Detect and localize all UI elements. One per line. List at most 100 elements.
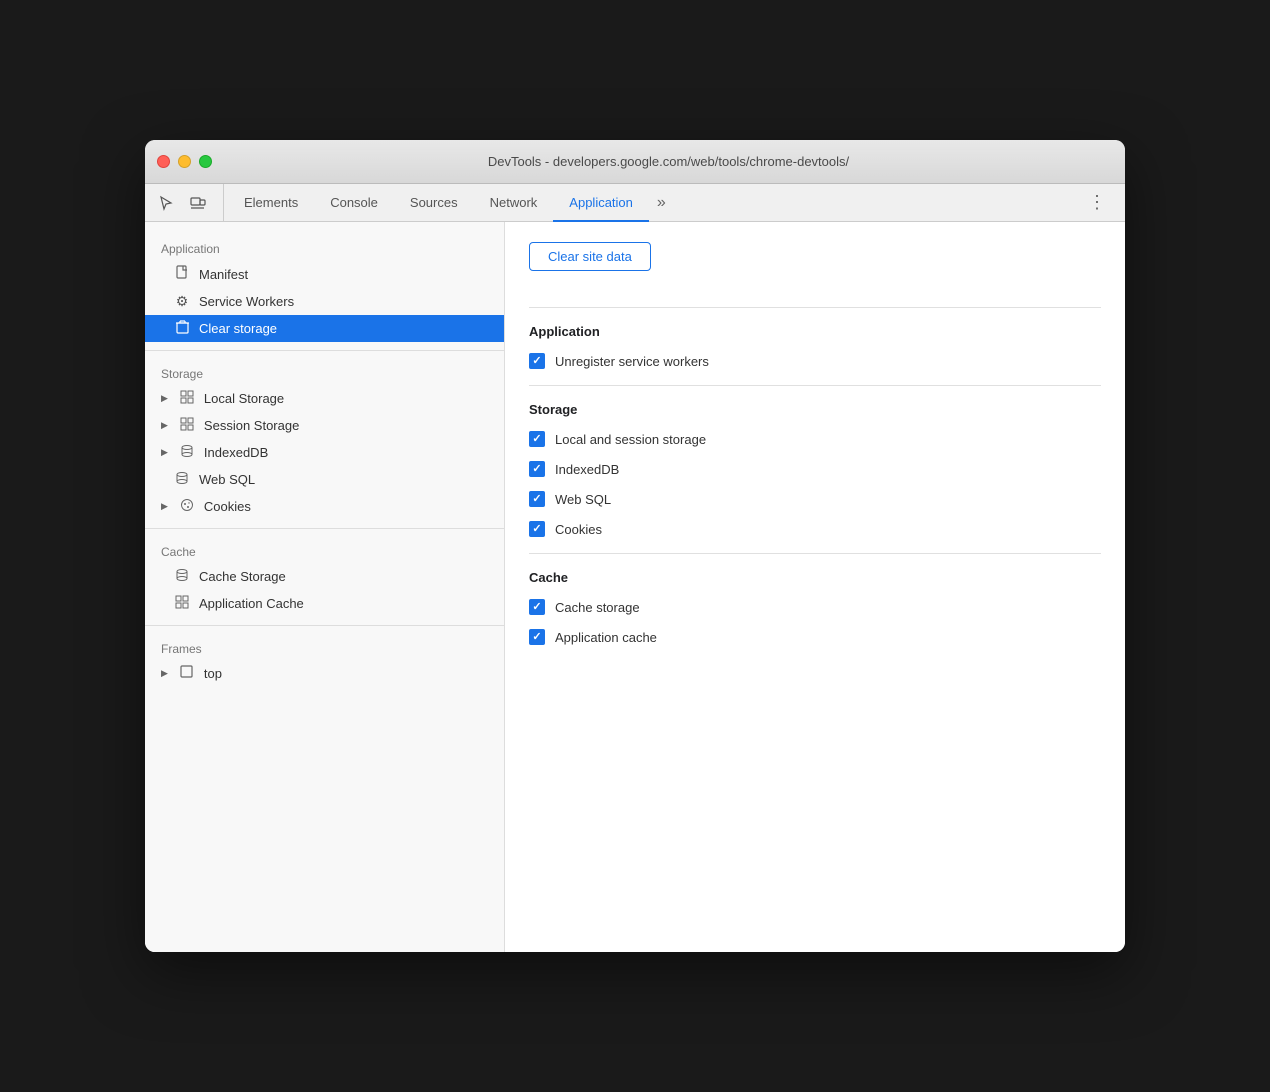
panel-divider-2 (529, 385, 1101, 386)
top-label: top (204, 666, 222, 681)
checkbox-local-session-box[interactable] (529, 431, 545, 447)
sidebar-item-indexeddb[interactable]: ▶ IndexedDB (145, 439, 504, 466)
title-bar: DevTools - developers.google.com/web/too… (145, 140, 1125, 184)
sidebar-item-cookies[interactable]: ▶ Cookies (145, 493, 504, 520)
checkbox-web-sql-box[interactable] (529, 491, 545, 507)
sidebar-item-web-sql[interactable]: Web SQL (145, 466, 504, 493)
sidebar-section-application: Application (145, 234, 504, 260)
checkbox-indexeddb[interactable]: IndexedDB (529, 461, 1101, 477)
panel-section-cache: Cache Cache storage Application cache (529, 570, 1101, 645)
panel-divider-1 (529, 307, 1101, 308)
main-content: Application Manifest ⚙ Service Workers (145, 222, 1125, 952)
service-workers-label: Service Workers (199, 294, 294, 309)
tab-bar-icons (153, 184, 224, 221)
cylinder-icon-sql (173, 471, 191, 488)
panel-section-application-title: Application (529, 324, 1101, 339)
app-cache-label: Application Cache (199, 596, 304, 611)
divider-2 (145, 528, 504, 529)
checkbox-unregister-sw[interactable]: Unregister service workers (529, 353, 1101, 369)
sidebar: Application Manifest ⚙ Service Workers (145, 222, 505, 952)
expand-arrow-icon-2: ▶ (161, 420, 168, 431)
right-panel: Clear site data Application Unregister s… (505, 222, 1125, 952)
clear-site-data-button[interactable]: Clear site data (529, 242, 651, 271)
device-icon[interactable] (185, 190, 211, 216)
sidebar-item-service-workers[interactable]: ⚙ Service Workers (145, 288, 504, 315)
close-button[interactable] (157, 155, 170, 168)
sidebar-item-app-cache[interactable]: Application Cache (145, 590, 504, 617)
cookie-icon (178, 498, 196, 515)
sidebar-section-frames: Frames (145, 634, 504, 660)
devtools-window: DevTools - developers.google.com/web/too… (145, 140, 1125, 952)
cursor-icon[interactable] (153, 190, 179, 216)
checkbox-cookies[interactable]: Cookies (529, 521, 1101, 537)
cache-storage-label: Cache Storage (199, 569, 286, 584)
checkbox-app-cache-box[interactable] (529, 629, 545, 645)
divider-1 (145, 350, 504, 351)
menu-icon[interactable]: ⋮ (1078, 184, 1117, 221)
tab-application-label: Application (569, 195, 633, 210)
checkbox-cache-storage[interactable]: Cache storage (529, 599, 1101, 615)
cylinder-icon-indexed (178, 444, 196, 461)
traffic-lights (157, 155, 212, 168)
cylinder-icon-cache (173, 568, 191, 585)
expand-arrow-icon-4: ▶ (161, 501, 168, 512)
grid2-icon (173, 595, 191, 612)
checkbox-cache-storage-label: Cache storage (555, 600, 640, 615)
maximize-button[interactable] (199, 155, 212, 168)
checkbox-local-session[interactable]: Local and session storage (529, 431, 1101, 447)
checkbox-app-cache[interactable]: Application cache (529, 629, 1101, 645)
checkbox-cookies-box[interactable] (529, 521, 545, 537)
checkbox-cache-storage-box[interactable] (529, 599, 545, 615)
trash-icon (173, 320, 191, 337)
expand-arrow-icon-3: ▶ (161, 447, 168, 458)
tab-bar: Elements Console Sources Network Applica… (145, 184, 1125, 222)
gear-icon: ⚙ (173, 293, 191, 310)
sidebar-item-session-storage[interactable]: ▶ Session Storage (145, 412, 504, 439)
tab-elements-label: Elements (244, 195, 298, 210)
grid-icon-local (178, 390, 196, 407)
web-sql-label: Web SQL (199, 472, 255, 487)
panel-section-cache-title: Cache (529, 570, 1101, 585)
expand-arrow-icon: ▶ (161, 393, 168, 404)
tab-network[interactable]: Network (474, 184, 554, 222)
checkbox-app-cache-label: Application cache (555, 630, 657, 645)
sidebar-item-top[interactable]: ▶ top (145, 660, 504, 686)
more-tabs-icon[interactable]: » (649, 184, 674, 221)
panel-divider-3 (529, 553, 1101, 554)
tab-network-label: Network (490, 195, 538, 210)
session-storage-label: Session Storage (204, 418, 299, 433)
local-storage-label: Local Storage (204, 391, 284, 406)
grid-icon-session (178, 417, 196, 434)
checkbox-indexeddb-label: IndexedDB (555, 462, 619, 477)
checkbox-unregister-sw-box[interactable] (529, 353, 545, 369)
tab-application[interactable]: Application (553, 184, 649, 222)
frame-icon (178, 665, 196, 681)
cookies-label: Cookies (204, 499, 251, 514)
clear-storage-label: Clear storage (199, 321, 277, 336)
sidebar-item-manifest[interactable]: Manifest (145, 260, 504, 288)
panel-section-application: Application Unregister service workers (529, 324, 1101, 369)
panel-section-storage: Storage Local and session storage Indexe… (529, 402, 1101, 537)
expand-arrow-icon-5: ▶ (161, 668, 168, 679)
divider-3 (145, 625, 504, 626)
indexeddb-label: IndexedDB (204, 445, 268, 460)
tab-elements[interactable]: Elements (228, 184, 314, 222)
window-title: DevTools - developers.google.com/web/too… (224, 154, 1113, 169)
panel-section-storage-title: Storage (529, 402, 1101, 417)
sidebar-item-cache-storage[interactable]: Cache Storage (145, 563, 504, 590)
checkbox-unregister-sw-label: Unregister service workers (555, 354, 709, 369)
sidebar-section-cache: Cache (145, 537, 504, 563)
sidebar-section-storage: Storage (145, 359, 504, 385)
doc-icon (173, 265, 191, 283)
sidebar-item-local-storage[interactable]: ▶ Local Storage (145, 385, 504, 412)
checkbox-local-session-label: Local and session storage (555, 432, 706, 447)
checkbox-web-sql[interactable]: Web SQL (529, 491, 1101, 507)
tab-console-label: Console (330, 195, 378, 210)
checkbox-indexeddb-box[interactable] (529, 461, 545, 477)
minimize-button[interactable] (178, 155, 191, 168)
tab-console[interactable]: Console (314, 184, 394, 222)
sidebar-item-clear-storage[interactable]: Clear storage (145, 315, 504, 342)
tab-sources[interactable]: Sources (394, 184, 474, 222)
tab-sources-label: Sources (410, 195, 458, 210)
manifest-label: Manifest (199, 267, 248, 282)
